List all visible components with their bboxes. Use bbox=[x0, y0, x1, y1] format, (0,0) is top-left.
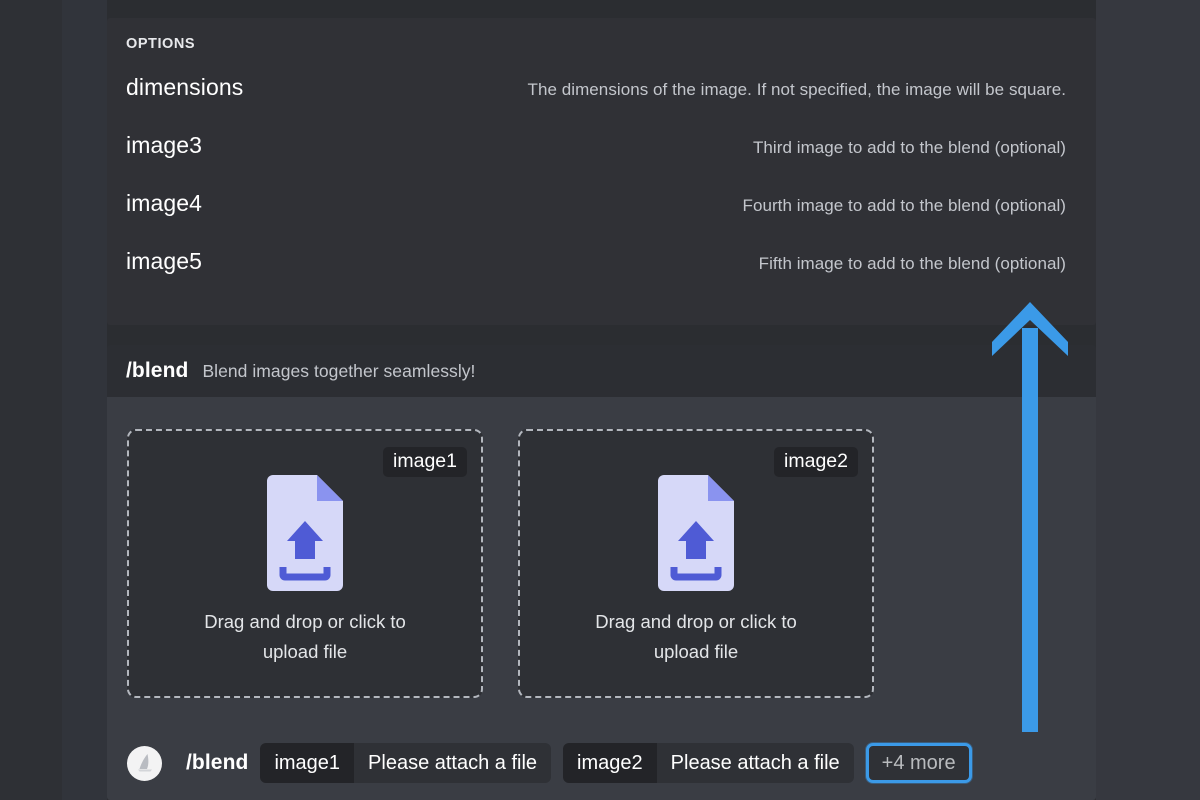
option-description: Third image to add to the blend (optiona… bbox=[752, 138, 1066, 157]
options-title: OPTIONS bbox=[126, 36, 196, 52]
option-name: image4 bbox=[126, 190, 203, 216]
dropzone-row: image1 Drag and drop or click to upload … bbox=[107, 429, 1096, 698]
dropzone-instruction: Drag and drop or click to upload file bbox=[595, 611, 797, 662]
command-description: Blend images together seamlessly! bbox=[202, 360, 476, 381]
background-band-right bbox=[1096, 0, 1200, 800]
command-arg-image2[interactable]: image2 Please attach a file bbox=[563, 743, 854, 783]
option-description: Fourth image to add to the blend (option… bbox=[742, 196, 1066, 215]
dropzone-image1[interactable]: image1 Drag and drop or click to upload … bbox=[127, 429, 483, 698]
file-upload-icon bbox=[658, 475, 734, 592]
sail-avatar-icon bbox=[127, 745, 162, 781]
option-row-dimensions: dimensions The dimensions of the image. … bbox=[126, 74, 1066, 132]
dropzone-instruction: Drag and drop or click to upload file bbox=[204, 611, 406, 662]
option-description: The dimensions of the image. If not spec… bbox=[527, 80, 1066, 99]
option-name: dimensions bbox=[126, 74, 244, 100]
option-name: image3 bbox=[126, 132, 203, 158]
command-arg-image1[interactable]: image1 Please attach a file bbox=[260, 743, 552, 783]
command-header: /blend Blend images together seamlessly! bbox=[107, 345, 1096, 397]
dropzone-badge: image1 bbox=[383, 447, 467, 478]
background-band-left-inner bbox=[62, 0, 107, 800]
option-row-image3: image3 Third image to add to the blend (… bbox=[126, 132, 1066, 190]
arg-value[interactable]: Please attach a file bbox=[656, 743, 854, 783]
option-row-image5: image5 Fifth image to add to the blend (… bbox=[126, 248, 1066, 306]
command-name: /blend bbox=[126, 359, 189, 382]
command-preview-bar: /blend image1 Please attach a file image… bbox=[127, 742, 972, 784]
option-row-image4: image4 Fourth image to add to the blend … bbox=[126, 190, 1066, 248]
command-body: image1 Drag and drop or click to upload … bbox=[107, 397, 1096, 800]
option-description: Fifth image to add to the blend (optiona… bbox=[758, 254, 1066, 273]
more-options-button[interactable]: +4 more bbox=[865, 743, 972, 783]
dropzone-badge: image2 bbox=[774, 447, 858, 478]
dropzone-image2[interactable]: image2 Drag and drop or click to upload … bbox=[518, 429, 874, 698]
option-name: image5 bbox=[126, 248, 203, 274]
command-bar-command: /blend bbox=[186, 751, 249, 774]
arg-value[interactable]: Please attach a file bbox=[354, 743, 552, 783]
file-upload-icon bbox=[267, 475, 343, 592]
background-band-left bbox=[0, 0, 62, 800]
blend-command-card: /blend Blend images together seamlessly!… bbox=[107, 345, 1096, 800]
options-panel: OPTIONS dimensions The dimensions of the… bbox=[107, 18, 1096, 325]
arg-key: image1 bbox=[260, 743, 355, 783]
arg-key: image2 bbox=[563, 743, 657, 783]
